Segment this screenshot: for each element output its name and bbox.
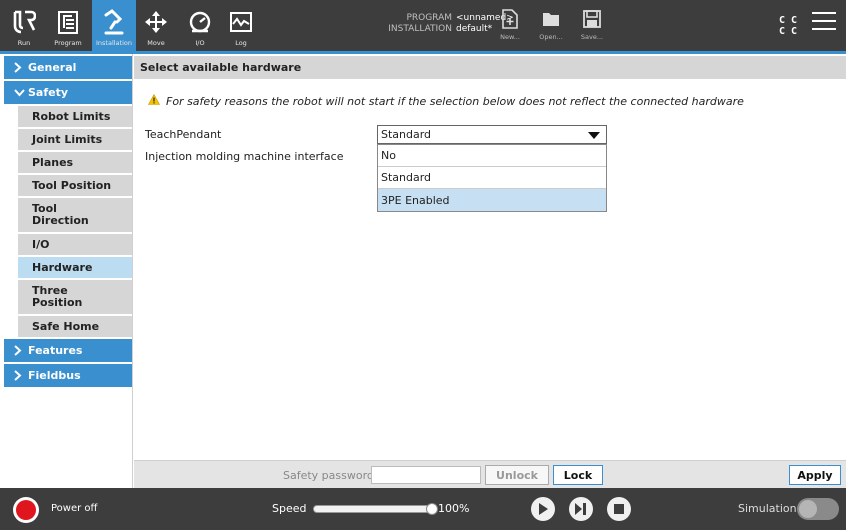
speed-slider-fill xyxy=(314,506,434,512)
speed-label: Speed xyxy=(272,502,307,515)
sidebar-item-tool-position[interactable]: Tool Position xyxy=(18,175,132,196)
option-no[interactable]: No xyxy=(378,145,606,167)
teach-pendant-options: No Standard 3PE Enabled xyxy=(377,144,607,212)
lock-button[interactable]: Lock xyxy=(553,465,603,485)
simulation-toggle-knob xyxy=(799,500,817,518)
chevron-right-icon xyxy=(14,62,28,73)
sidebar-general[interactable]: General xyxy=(4,56,132,79)
sidebar-features[interactable]: Features xyxy=(4,339,132,362)
power-status-icon xyxy=(16,500,36,520)
safety-password-input[interactable] xyxy=(371,466,481,484)
save-file-button[interactable]: Save... xyxy=(578,8,606,41)
chevron-down-icon xyxy=(14,88,28,97)
safety-warning: For safety reasons the robot will not st… xyxy=(147,93,744,108)
simulation-label: Simulation xyxy=(738,502,797,515)
move-button[interactable]: Move xyxy=(141,0,171,51)
open-file-button[interactable]: Open... xyxy=(537,8,565,41)
chevron-right-icon xyxy=(14,370,28,381)
sidebar-item-joint-limits[interactable]: Joint Limits xyxy=(18,129,132,150)
controller-status: C C C C xyxy=(779,15,798,37)
installation-button[interactable]: Installation xyxy=(92,0,136,51)
sidebar-item-io[interactable]: I/O xyxy=(18,234,132,255)
play-button[interactable] xyxy=(531,497,555,521)
io-gauge-icon xyxy=(187,9,213,35)
page-title: Select available hardware xyxy=(134,56,846,79)
program-info: PROGRAM <unnamed> INSTALLATION default* xyxy=(388,13,514,34)
sidebar-item-three-position[interactable]: Three Position xyxy=(18,280,132,314)
sidebar-fieldbus[interactable]: Fieldbus xyxy=(4,364,132,387)
step-button[interactable] xyxy=(569,497,593,521)
installation-robot-icon xyxy=(101,9,127,35)
injection-molding-label: Injection molding machine interface xyxy=(145,150,344,163)
new-file-icon xyxy=(501,8,519,30)
ur-logo-icon xyxy=(11,9,37,35)
option-3pe-enabled[interactable]: 3PE Enabled xyxy=(378,189,606,211)
installation-sidebar: General Safety Robot Limits Joint Limits… xyxy=(0,54,133,488)
io-button[interactable]: I/O xyxy=(185,0,215,51)
chevron-right-icon xyxy=(14,345,28,356)
log-chart-icon xyxy=(228,9,254,35)
hamburger-menu-icon[interactable] xyxy=(812,12,836,34)
sidebar-item-robot-limits[interactable]: Robot Limits xyxy=(18,106,132,127)
teach-pendant-select[interactable]: Standard xyxy=(377,125,607,144)
move-arrows-icon xyxy=(143,9,169,35)
speed-value: 100% xyxy=(438,502,470,515)
program-tree-icon xyxy=(55,9,81,35)
save-disk-icon xyxy=(583,8,601,30)
log-button[interactable]: Log xyxy=(226,0,256,51)
power-button[interactable] xyxy=(13,497,39,523)
speed-slider[interactable] xyxy=(313,503,438,515)
simulation-toggle[interactable] xyxy=(797,498,839,520)
teach-pendant-label: TeachPendant xyxy=(145,128,222,141)
stop-button[interactable] xyxy=(607,497,631,521)
warning-icon xyxy=(147,93,161,108)
play-icon xyxy=(539,503,548,515)
power-label: Power off xyxy=(51,503,98,514)
stop-icon xyxy=(614,504,624,514)
apply-button[interactable]: Apply xyxy=(789,465,841,485)
run-button[interactable]: Run xyxy=(4,0,44,51)
program-button[interactable]: Program xyxy=(46,0,90,51)
top-toolbar: Run Program Installation Move I/O Log PR… xyxy=(0,0,846,54)
sidebar-item-tool-direction[interactable]: Tool Direction xyxy=(18,198,132,232)
sidebar-item-planes[interactable]: Planes xyxy=(18,152,132,173)
unlock-button[interactable]: Unlock xyxy=(485,465,549,485)
password-label: Safety password xyxy=(283,469,374,482)
sidebar-safety[interactable]: Safety xyxy=(4,81,132,104)
hardware-panel: Select available hardware For safety rea… xyxy=(134,54,846,488)
status-footer: Power off Speed 100% Simulation xyxy=(0,488,846,530)
speed-slider-handle[interactable] xyxy=(426,503,438,515)
sidebar-item-safe-home[interactable]: Safe Home xyxy=(18,316,132,337)
sidebar-item-hardware[interactable]: Hardware xyxy=(18,257,132,278)
step-icon xyxy=(575,503,586,515)
new-file-button[interactable]: New... xyxy=(496,8,524,41)
option-standard[interactable]: Standard xyxy=(378,167,606,189)
password-bar: Safety password Unlock Lock Apply xyxy=(134,460,846,488)
dropdown-arrow-icon xyxy=(588,132,600,139)
folder-icon xyxy=(542,8,560,30)
